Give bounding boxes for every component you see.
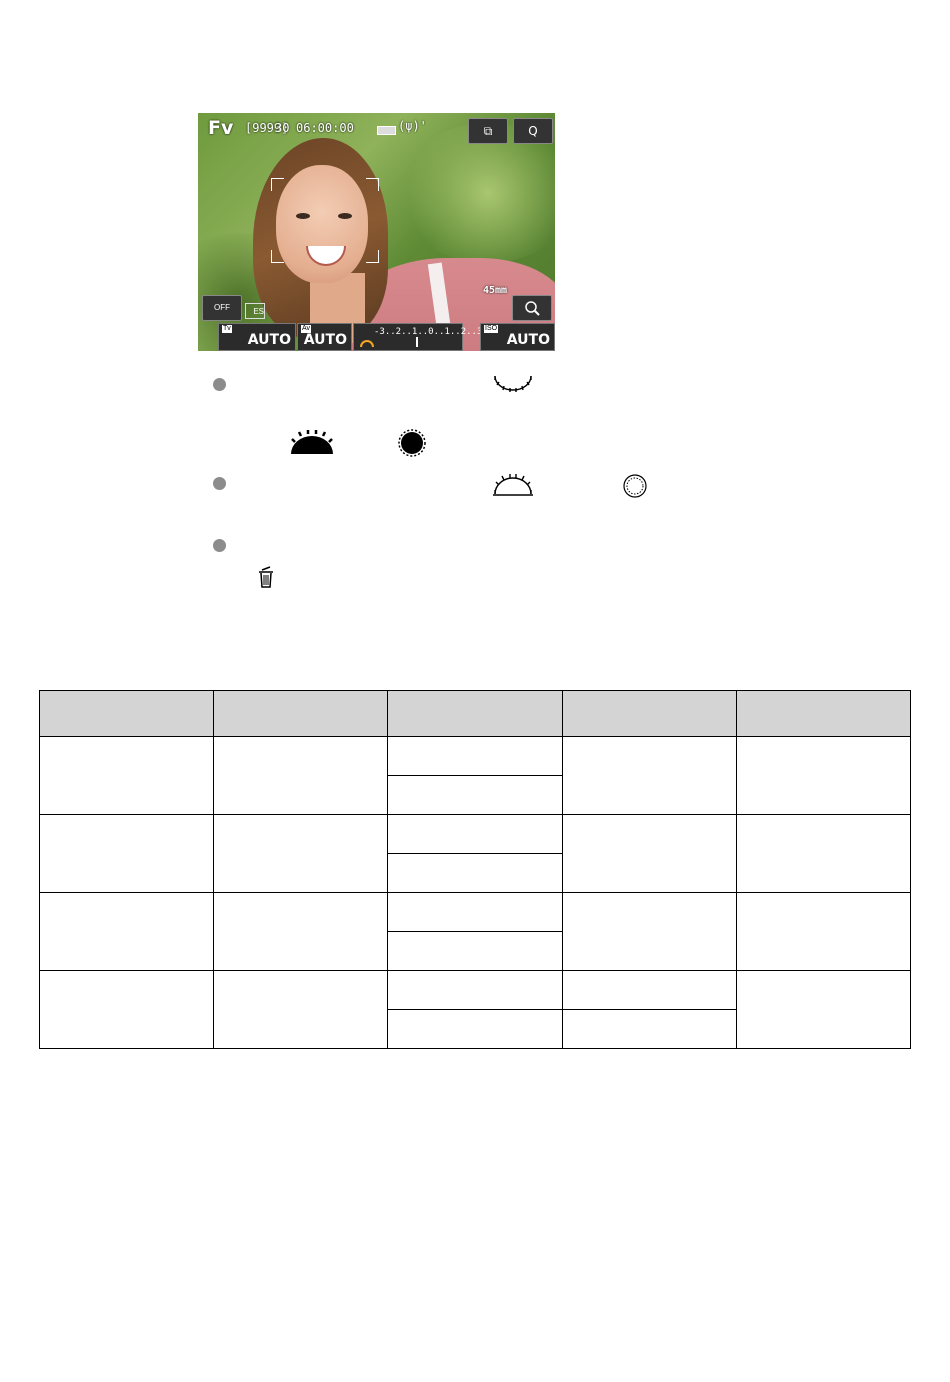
table-cell xyxy=(387,970,563,1010)
main-dial-up-icon xyxy=(493,474,533,496)
table-cell xyxy=(387,853,563,893)
table-cell xyxy=(213,892,389,971)
table-cell xyxy=(735,814,912,893)
background-highlight xyxy=(398,123,555,263)
table-header-cell xyxy=(38,690,215,737)
tv-value: AUTO xyxy=(247,332,291,348)
iso-tag: ISO xyxy=(484,325,499,333)
electronic-shutter-icon: ES xyxy=(245,303,265,319)
table-cell xyxy=(561,970,737,1010)
table-cell xyxy=(735,736,912,815)
iso-setting[interactable]: ISO AUTO xyxy=(480,323,555,351)
table-cell xyxy=(213,736,389,815)
quick-control-dial-filled-icon xyxy=(398,429,426,457)
table-cell xyxy=(735,892,912,971)
quick-control-button[interactable]: Q xyxy=(513,118,553,144)
quick-control-dial-outline-icon xyxy=(623,474,647,498)
table-header-row xyxy=(38,690,912,737)
main-dial-filled-icon xyxy=(291,430,333,454)
dial-indicator-icon xyxy=(360,340,374,347)
shots-extra: 30 xyxy=(275,121,290,135)
main-dial-icon xyxy=(494,375,532,392)
table-row xyxy=(38,892,912,971)
timecode: 06:00:00 xyxy=(296,121,354,135)
lens-setting-button[interactable]: OFF xyxy=(202,295,242,321)
table-cell xyxy=(387,1009,563,1049)
table-cell xyxy=(561,892,737,971)
exposure-marker xyxy=(416,337,418,347)
table-cell xyxy=(387,775,563,815)
table-header-cell xyxy=(735,690,912,737)
bullet-icon xyxy=(213,539,226,552)
magnify-button[interactable] xyxy=(512,295,552,321)
trash-icon xyxy=(259,566,273,588)
table-cell xyxy=(213,814,389,893)
table-cell xyxy=(387,736,563,776)
table-cell xyxy=(387,892,563,932)
table-cell xyxy=(561,814,737,893)
table-header-cell xyxy=(561,690,737,737)
exposure-compensation-setting[interactable]: -3..2..1..0..1..2..3 xyxy=(353,323,482,351)
table-header-cell xyxy=(213,690,389,737)
table-cell xyxy=(38,814,215,893)
magnify-icon xyxy=(525,301,540,316)
table-cell xyxy=(735,970,912,1049)
tv-tag: Tv xyxy=(222,325,232,333)
table-row xyxy=(38,970,912,1049)
table-cell xyxy=(387,814,563,854)
table-cell xyxy=(561,1009,737,1049)
table-cell xyxy=(213,970,389,1049)
exposure-settings-bar: Tv AUTO Av AUTO -3..2..1..0..1..2..3 ISO… xyxy=(198,323,555,351)
camera-live-view-screen: Fv [9999] 30 06:00:00 (ψ)' ⧉ Q OFF ES 45… xyxy=(198,113,555,351)
display-button[interactable]: ⧉ xyxy=(468,118,508,144)
table-cell xyxy=(38,970,215,1049)
table-cell xyxy=(38,736,215,815)
av-setting[interactable]: Av AUTO xyxy=(297,323,352,351)
af-frame xyxy=(271,178,379,263)
battery-icon xyxy=(377,126,396,135)
table-cell xyxy=(38,892,215,971)
tv-setting[interactable]: Tv AUTO xyxy=(218,323,296,351)
settings-table xyxy=(38,690,912,1049)
image-stabilizer-icon: (ψ)' xyxy=(398,119,427,133)
table-row xyxy=(38,736,912,815)
iso-value: AUTO xyxy=(506,332,550,348)
focal-length: 45mm xyxy=(483,285,508,296)
table-header-cell xyxy=(387,690,563,737)
table-cell xyxy=(387,931,563,971)
table-row xyxy=(38,814,912,893)
table-cell xyxy=(561,736,737,815)
bullet-icon xyxy=(213,477,226,490)
exposure-scale: -3..2..1..0..1..2..3 xyxy=(374,327,483,337)
shooting-mode-label: Fv xyxy=(208,117,234,139)
bullet-icon xyxy=(213,378,226,391)
av-value: AUTO xyxy=(303,332,347,348)
